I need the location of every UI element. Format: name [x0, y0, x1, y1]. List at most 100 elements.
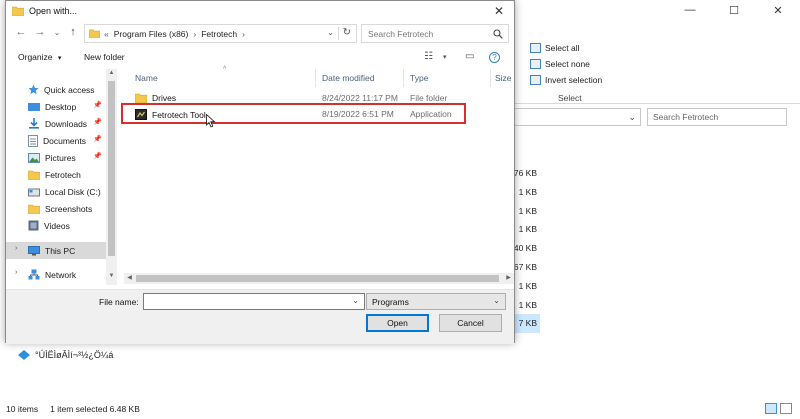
chevron-down-icon[interactable]: ⌄ [352, 296, 359, 305]
help-icon[interactable]: ? [489, 52, 500, 63]
scroll-right-icon[interactable]: ▶ [503, 273, 514, 284]
address-divider [338, 27, 339, 40]
file-date: 8/24/2022 11:17 PM [322, 93, 398, 103]
sidebar-item-network[interactable]: › Network [6, 266, 106, 283]
up-button[interactable]: ↑ [66, 26, 80, 38]
breadcrumb-separator[interactable]: › [193, 29, 196, 39]
file-name-input[interactable]: ⌄ [143, 293, 365, 310]
select-all-button[interactable]: Select all [530, 40, 610, 56]
mouse-cursor-icon [206, 114, 216, 128]
organize-button[interactable]: Organize ▾ [18, 52, 61, 62]
file-type-select[interactable]: Programs ⌄ [366, 293, 506, 310]
drive-icon [28, 188, 40, 196]
column-header-date[interactable]: Date modified [316, 69, 402, 87]
scrollbar-thumb[interactable] [136, 275, 499, 282]
column-header-type[interactable]: Type [404, 69, 490, 87]
details-view-button[interactable] [765, 403, 777, 414]
select-none-button[interactable]: Select none [530, 56, 610, 72]
pin-icon[interactable]: 📌 [93, 152, 102, 160]
pin-icon[interactable]: 📌 [93, 135, 102, 143]
expand-chevron-icon[interactable]: › [15, 269, 17, 276]
open-button[interactable]: Open [366, 314, 429, 332]
folder-icon [135, 93, 147, 103]
search-icon [493, 29, 503, 39]
sidebar-item-documents[interactable]: Documents 📌 [6, 132, 106, 149]
file-type-value: Programs [372, 297, 409, 307]
column-header-name[interactable]: Name [129, 69, 315, 87]
invert-selection-button[interactable]: Invert selection [530, 72, 610, 88]
forward-button[interactable]: → [33, 26, 47, 38]
sidebar-item-pictures[interactable]: Pictures 📌 [6, 149, 106, 166]
pin-icon[interactable]: 📌 [93, 101, 102, 109]
dialog-titlebar: Open with... ✕ [6, 1, 514, 21]
minimize-button[interactable]: — [668, 0, 712, 20]
breadcrumb-program-files[interactable]: Program Files (x86) [114, 29, 189, 39]
chevron-down-icon[interactable]: ▾ [443, 53, 447, 61]
maximize-button[interactable]: ☐ [712, 0, 756, 20]
sidebar-item-label: Pictures [45, 152, 76, 163]
folder-icon [89, 29, 100, 38]
background-address-bar[interactable]: ⌄ [513, 108, 641, 126]
expand-chevron-icon[interactable]: › [15, 245, 17, 252]
select-all-label: Select all [545, 43, 580, 53]
sidebar-item-screenshots[interactable]: Screenshots [6, 200, 106, 217]
open-with-dialog: Open with... ✕ ← → ⌄ ↑ « Program Files (… [5, 0, 515, 344]
view-options-icon[interactable]: ☷ [424, 51, 433, 62]
breadcrumb-fetrotech[interactable]: Fetrotech [201, 29, 237, 39]
sidebar-item-label: Fetrotech [45, 169, 81, 180]
sidebar-item-label: This PC [45, 245, 76, 256]
sidebar-item-label: Network [45, 269, 77, 280]
scroll-up-icon[interactable]: ▲ [106, 70, 117, 76]
breadcrumb-separator[interactable]: › [242, 29, 245, 39]
selection-info: 1 item selected 6.48 KB [50, 404, 140, 414]
file-list: ^ Name Date modified Type Size Drives 8/… [123, 66, 514, 289]
navigation-scrollbar[interactable]: ▲ ▼ [106, 69, 117, 285]
large-icons-view-button[interactable] [780, 403, 792, 414]
network-drive-icon [18, 350, 30, 360]
search-placeholder: Search Fetrotech [368, 29, 434, 39]
horizontal-scrollbar[interactable]: ◀ ▶ [124, 273, 514, 284]
file-type: File folder [410, 93, 448, 103]
file-name-label: File name: [99, 297, 139, 307]
select-none-label: Select none [545, 59, 590, 69]
sidebar-item-this-pc[interactable]: › This PC [6, 242, 106, 259]
file-name: Drives [152, 93, 177, 103]
sidebar-item-downloads[interactable]: Downloads 📌 [6, 115, 106, 132]
cancel-button[interactable]: Cancel [439, 314, 502, 332]
chevron-down-icon[interactable]: ⌄ [628, 112, 636, 123]
chevron-down-icon[interactable]: ⌄ [327, 28, 334, 37]
back-button[interactable]: ← [14, 26, 28, 38]
sidebar-item-local-disk[interactable]: Local Disk (C:) [6, 183, 106, 200]
search-input[interactable]: Search Fetrotech [361, 24, 509, 43]
column-header-size[interactable]: Size [491, 69, 514, 87]
star-icon [28, 84, 39, 95]
highlight-box [121, 103, 466, 124]
sidebar-item-desktop[interactable]: Desktop 📌 [6, 98, 106, 115]
computer-icon [28, 245, 40, 255]
recent-locations-button[interactable]: ⌄ [50, 28, 64, 37]
background-tree-item[interactable]: °ÚÌËÌøÂÌí¬³½¿Ö¼á [18, 350, 113, 360]
address-bar[interactable]: « Program Files (x86) › Fetrotech › ⌄ ↻ [84, 24, 357, 43]
refresh-icon[interactable]: ↻ [343, 27, 351, 38]
pin-icon[interactable]: 📌 [93, 118, 102, 126]
new-folder-button[interactable]: New folder [84, 52, 125, 62]
close-button[interactable]: ✕ [756, 0, 800, 20]
sidebar-item-videos[interactable]: Videos [6, 217, 106, 234]
ribbon-group-label: Select [558, 93, 582, 103]
close-icon[interactable]: ✕ [492, 4, 506, 18]
sidebar-item-fetrotech[interactable]: Fetrotech [6, 166, 106, 183]
scroll-left-icon[interactable]: ◀ [124, 273, 135, 284]
background-search-input[interactable]: Search Fetrotech [647, 108, 787, 126]
tree-item-label: °ÚÌËÌøÂÌí¬³½¿Ö¼á [35, 350, 114, 360]
status-bar: 10 items 1 item selected 6.48 KB [6, 404, 140, 414]
item-count: 10 items [6, 404, 39, 414]
address-overflow-chevron[interactable]: « [104, 29, 109, 39]
scrollbar-thumb[interactable] [108, 81, 115, 256]
dialog-title: Open with... [29, 6, 78, 16]
desktop-icon [28, 102, 40, 111]
sidebar-item-quick-access[interactable]: Quick access [6, 81, 106, 98]
pictures-icon [28, 152, 40, 163]
scroll-down-icon[interactable]: ▼ [106, 273, 117, 279]
sidebar-item-label: Videos [44, 220, 70, 231]
preview-pane-icon[interactable]: ▭ [465, 51, 474, 62]
